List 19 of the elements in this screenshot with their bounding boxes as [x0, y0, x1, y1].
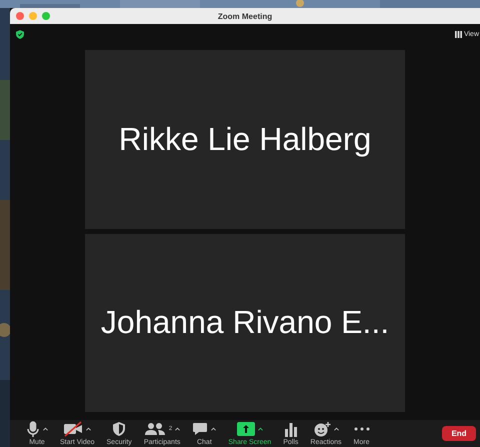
close-button[interactable]: [16, 12, 24, 20]
more-icon: [354, 426, 370, 430]
participants-icon: [144, 420, 166, 436]
camera-off-icon: [63, 420, 84, 436]
window-title: Zoom Meeting: [218, 12, 272, 20]
caret-icon[interactable]: [175, 426, 180, 430]
caret-icon[interactable]: [86, 426, 92, 430]
caret-icon[interactable]: [258, 426, 263, 430]
participant-name: Johanna Rivano E...: [100, 304, 390, 342]
shield-check-icon[interactable]: [16, 30, 24, 38]
grid-icon: [454, 30, 462, 38]
caret-icon[interactable]: [43, 426, 48, 430]
bar-chart-icon: [284, 420, 298, 436]
caret-icon[interactable]: [334, 426, 339, 430]
caret-icon[interactable]: [211, 426, 216, 430]
chat-icon: [192, 420, 208, 436]
microphone-icon: [26, 420, 40, 436]
participant-name: Rikke Lie Halberg: [118, 120, 372, 158]
end-button[interactable]: End: [442, 426, 476, 441]
